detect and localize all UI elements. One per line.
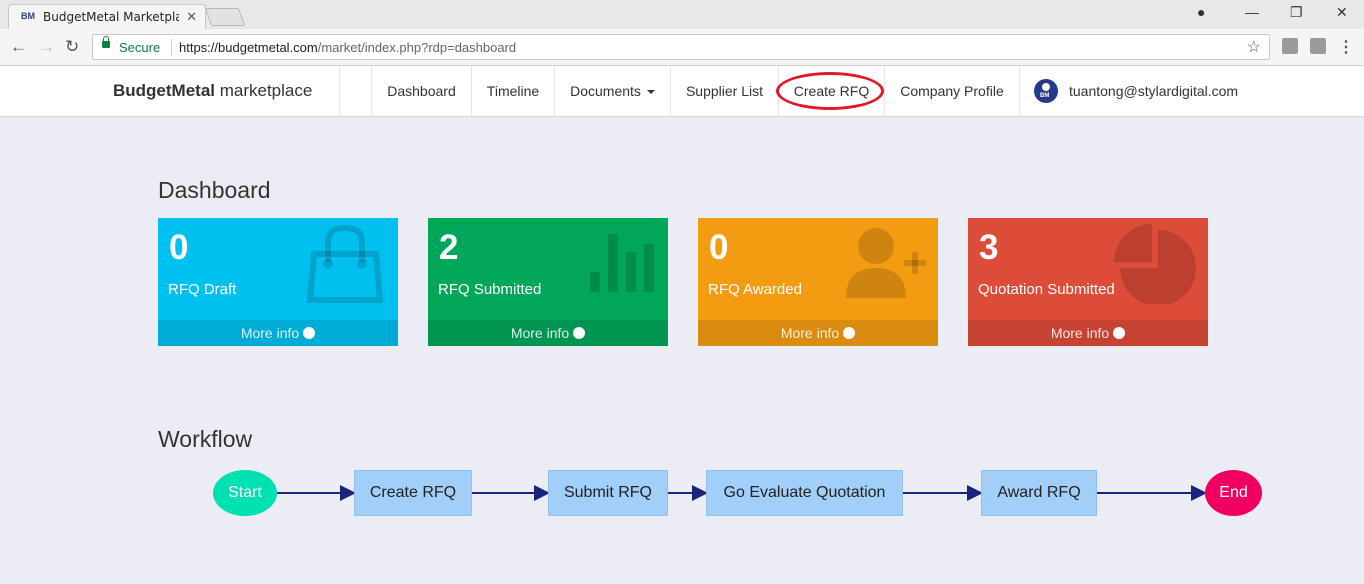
- box-label: RFQ Awarded: [708, 281, 802, 298]
- box-count: 3: [979, 228, 999, 267]
- arrow-circle-right-icon: [573, 327, 586, 339]
- lock-icon: [102, 36, 110, 48]
- workflow-start: Start: [213, 470, 277, 516]
- nav-company-profile-label: Company Profile: [900, 83, 1004, 99]
- extension-icon-2[interactable]: [1310, 38, 1326, 54]
- pie-chart-icon: [1114, 224, 1196, 304]
- secure-label: Secure: [119, 40, 161, 55]
- favicon-icon: BM: [21, 11, 35, 21]
- avatar-figure: [1042, 83, 1050, 91]
- nav-dashboard-label: Dashboard: [387, 83, 456, 99]
- profile-icon[interactable]: ●: [1197, 4, 1205, 20]
- arrow-circle-right-icon: [1113, 327, 1126, 339]
- rfq-draft-box: 0 RFQ Draft More info: [158, 218, 398, 346]
- avatar-text: BM: [1040, 93, 1050, 99]
- tab-title: BudgetMetal Marketplace: [43, 10, 179, 24]
- close-window-icon[interactable]: ✕: [1336, 4, 1348, 21]
- nav-divider: [1019, 66, 1020, 116]
- close-tab-icon[interactable]: ✕: [186, 9, 197, 25]
- nav-company-profile[interactable]: Company Profile: [884, 66, 1019, 116]
- workflow-step-evaluate-quotation: Go Evaluate Quotation: [706, 470, 903, 516]
- workflow-arrows: [276, 485, 1207, 501]
- rfq-awarded-box: 0 RFQ Awarded More info: [698, 218, 938, 346]
- box-label: Quotation Submitted: [978, 281, 1115, 298]
- avatar[interactable]: BM: [1034, 79, 1058, 103]
- arrow-circle-right-icon: [303, 327, 316, 339]
- more-info-label: More info: [240, 325, 300, 341]
- restore-icon[interactable]: ❐: [1290, 4, 1303, 21]
- url-host: https://budgetmetal.com: [179, 40, 318, 55]
- quotation-submitted-box: 3 Quotation Submitted More info: [968, 218, 1208, 346]
- url-path: /market/index.php?rdp=dashboard: [317, 40, 517, 55]
- more-info-label: More info: [510, 325, 570, 341]
- arrow-circle-right-icon: [843, 327, 856, 339]
- nav-timeline-label: Timeline: [486, 83, 540, 99]
- box-count: 0: [169, 228, 189, 267]
- extension-icon[interactable]: [1282, 38, 1298, 54]
- bar-chart-icon: [590, 234, 654, 292]
- address-bar-area: ← → ↻ Secure https://budgetmetal.com/mar…: [0, 29, 1364, 66]
- brand-rest: marketplace: [215, 81, 313, 100]
- brand-bold: BudgetMetal: [113, 81, 215, 100]
- reload-icon[interactable]: ↻: [65, 37, 79, 57]
- more-info-label: More info: [1050, 325, 1110, 341]
- shopping-bag-icon: [306, 224, 384, 303]
- url-input[interactable]: Secure https://budgetmetal.com/market/in…: [92, 34, 1270, 60]
- box-count: 2: [439, 228, 459, 267]
- brand-logo[interactable]: BudgetMetal marketplace: [113, 81, 312, 101]
- more-info-link[interactable]: More info: [428, 320, 668, 346]
- caret-down-icon: [646, 90, 655, 95]
- workflow-end: End: [1205, 470, 1262, 516]
- forward-icon[interactable]: →: [38, 37, 55, 57]
- rfq-submitted-box: 2 RFQ Submitted More info: [428, 218, 668, 346]
- bookmark-star-icon[interactable]: ☆: [1247, 37, 1261, 57]
- nav-documents-dropdown[interactable]: Documents: [554, 66, 670, 116]
- browser-tab[interactable]: BM BudgetMetal Marketplace ✕: [8, 4, 206, 29]
- highlight-circle: [776, 72, 884, 110]
- more-info-link[interactable]: More info: [158, 320, 398, 346]
- workflow-step-submit-rfq: Submit RFQ: [548, 470, 668, 516]
- box-label: RFQ Submitted: [438, 281, 542, 298]
- minimize-icon[interactable]: —: [1245, 4, 1259, 20]
- dashboard-title: Dashboard: [158, 177, 271, 203]
- new-tab-button[interactable]: [204, 8, 246, 26]
- url-separator: [171, 39, 172, 55]
- browser-menu-icon[interactable]: ⋮: [1338, 37, 1354, 57]
- box-label: RFQ Draft: [168, 281, 237, 298]
- user-plus-icon: [846, 228, 926, 298]
- box-count: 0: [709, 228, 729, 267]
- nav-spacer: [339, 66, 371, 116]
- browser-tab-strip: BM BudgetMetal Marketplace ✕ ● — ❐ ✕: [0, 0, 1364, 29]
- url-text: https://budgetmetal.com/market/index.php…: [179, 40, 516, 55]
- nav-timeline[interactable]: Timeline: [471, 66, 554, 116]
- back-icon[interactable]: ←: [10, 37, 27, 57]
- workflow-step-award-rfq: Award RFQ: [981, 470, 1097, 516]
- more-info-link[interactable]: More info: [968, 320, 1208, 346]
- nav-supplier-list-label: Supplier List: [685, 83, 764, 99]
- more-info-link[interactable]: More info: [698, 320, 938, 346]
- nav-supplier-list[interactable]: Supplier List: [670, 66, 778, 116]
- workflow-step-create-rfq: Create RFQ: [354, 470, 472, 516]
- more-info-label: More info: [780, 325, 840, 341]
- workflow-title: Workflow: [158, 426, 253, 452]
- nav-documents-label: Documents: [570, 83, 641, 99]
- nav-dashboard[interactable]: Dashboard: [371, 66, 471, 116]
- user-email[interactable]: tuantong@stylardigital.com: [1069, 83, 1238, 99]
